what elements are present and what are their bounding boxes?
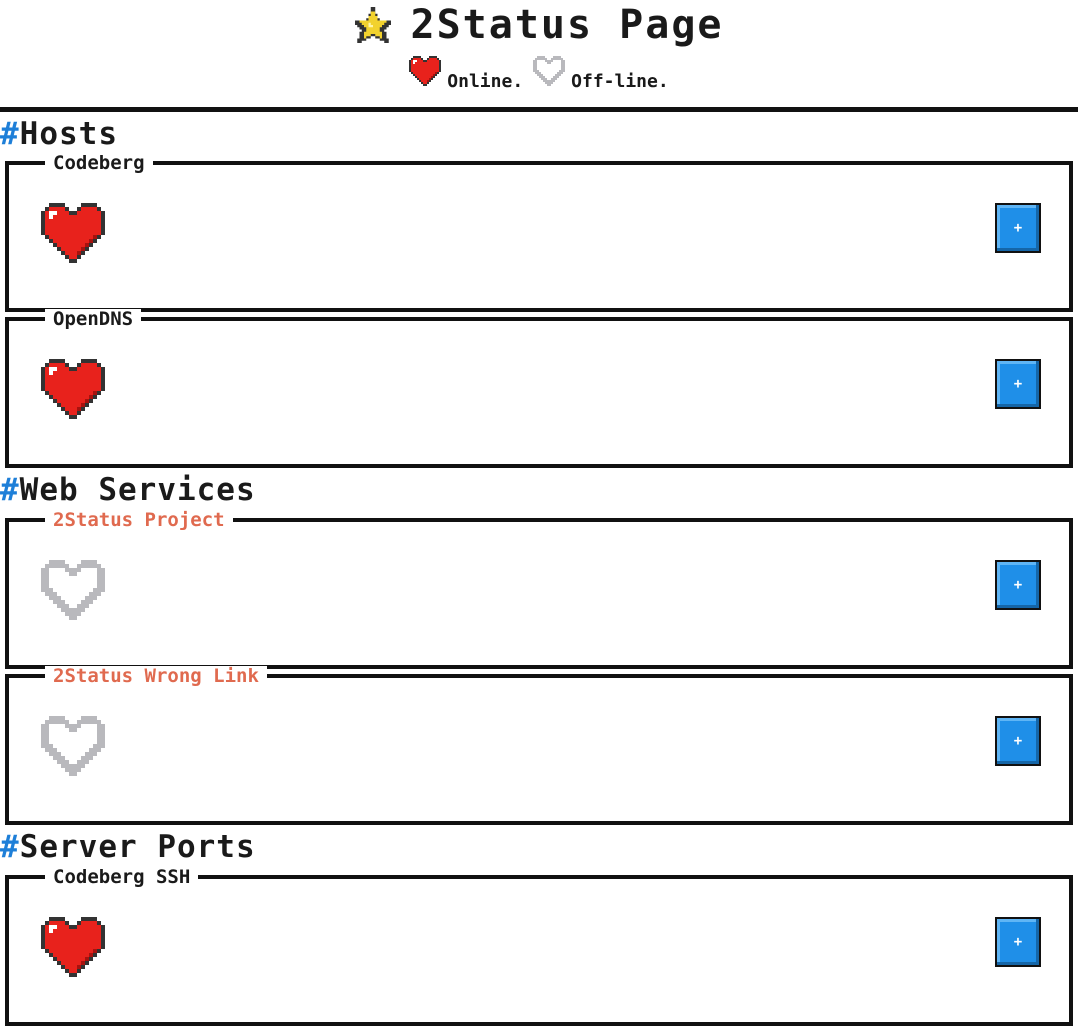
hash-symbol: # [0, 116, 20, 152]
status-legend: Online. Off-line. [0, 56, 1078, 92]
offline-heart-icon [41, 716, 105, 776]
status-card-opendns: OpenDNS + [5, 309, 1073, 468]
section-title-web-services: #Web Services [0, 473, 256, 507]
offline-heart-icon [533, 56, 565, 86]
offline-heart-icon [41, 560, 105, 620]
star-icon [355, 7, 391, 43]
section-title-text: Server Ports [19, 829, 256, 865]
status-card-codeberg-ssh: Codeberg SSH + [5, 867, 1073, 1026]
legend-online-label: Online. [447, 71, 524, 92]
hash-symbol: # [0, 829, 20, 865]
section-title-server-ports: #Server Ports [0, 830, 256, 864]
page-title: 2Status Page [410, 2, 724, 48]
section-title-text: Hosts [19, 116, 118, 152]
expand-button[interactable]: + [995, 359, 1041, 409]
expand-button[interactable]: + [995, 917, 1041, 967]
status-card-codeberg: Codeberg + [5, 153, 1073, 312]
status-card-2status-project: 2Status Project + [5, 510, 1073, 669]
online-heart-icon [41, 917, 105, 977]
expand-button[interactable]: + [995, 560, 1041, 610]
online-heart-icon [41, 359, 105, 419]
card-label: Codeberg SSH [45, 867, 199, 887]
section-title-text: Web Services [19, 472, 256, 508]
header-divider [0, 107, 1078, 112]
section-title-hosts: #Hosts [0, 117, 118, 151]
card-label: 2Status Wrong Link [45, 666, 267, 686]
card-label: Codeberg [45, 153, 153, 173]
legend-online: Online. [409, 56, 523, 92]
expand-button[interactable]: + [995, 203, 1041, 253]
status-card-2status-wrong-link: 2Status Wrong Link + [5, 666, 1073, 825]
legend-offline-label: Off-line. [571, 71, 669, 92]
hash-symbol: # [0, 472, 20, 508]
online-heart-icon [41, 203, 105, 263]
card-label: 2Status Project [45, 510, 233, 530]
expand-button[interactable]: + [995, 716, 1041, 766]
legend-offline: Off-line. [533, 56, 669, 92]
card-label: OpenDNS [45, 309, 142, 329]
online-heart-icon [409, 56, 441, 86]
title-row: 2Status Page [0, 2, 1078, 48]
